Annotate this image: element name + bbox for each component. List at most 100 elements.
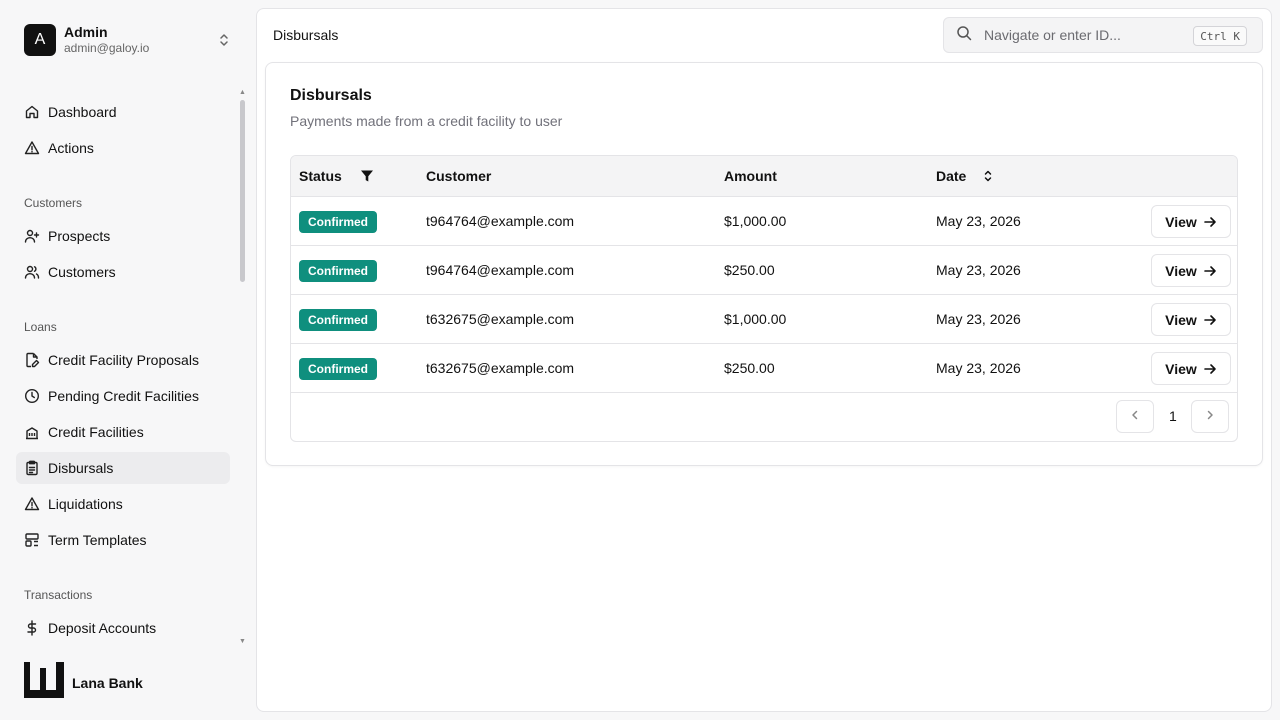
sidebar-item-prospects[interactable]: Prospects	[16, 220, 230, 252]
user-plus-icon	[24, 228, 40, 244]
user-email: admin@galoy.io	[64, 41, 150, 56]
page-title: Disbursals	[290, 87, 372, 104]
search-input[interactable]: Navigate or enter ID... Ctrl K	[943, 17, 1263, 53]
filter-icon[interactable]	[360, 169, 374, 183]
status-badge: Confirmed	[299, 260, 377, 282]
column-customer: Customer	[426, 168, 492, 184]
brand-name: Lana Bank	[72, 674, 143, 691]
clipboard-icon	[24, 460, 40, 476]
clock-icon	[24, 388, 40, 404]
search-icon	[956, 25, 972, 46]
customer-email: t632675@example.com	[426, 360, 575, 376]
sidebar-item-term-templates[interactable]: Term Templates	[16, 524, 230, 556]
date: May 23, 2026	[936, 262, 1021, 278]
sidebar-item-credit-facilities[interactable]: Credit Facilities	[16, 416, 230, 448]
view-button-label: View	[1165, 213, 1197, 230]
table-row: Confirmed t964764@example.com $250.00 Ma…	[291, 246, 1237, 295]
sidebar-item-credit-facility-proposals[interactable]: Credit Facility Proposals	[16, 344, 230, 376]
table-row: Confirmed t632675@example.com $1,000.00 …	[291, 295, 1237, 344]
sidebar-item-label: Customers	[48, 264, 116, 280]
nav-group-transactions: Transactions	[24, 588, 93, 602]
breadcrumb: Disbursals	[273, 27, 339, 43]
user-switcher[interactable]: A Admin admin@galoy.io	[24, 24, 234, 56]
view-button[interactable]: View	[1151, 205, 1231, 238]
page-subtitle: Payments made from a credit facility to …	[290, 113, 563, 129]
arrow-right-icon	[1203, 313, 1217, 327]
table-header: Status Customer Amount Date	[291, 156, 1237, 197]
sidebar-item-label: Dashboard	[48, 104, 117, 120]
lana-logo-icon	[24, 662, 64, 703]
status-badge: Confirmed	[299, 358, 377, 380]
date: May 23, 2026	[936, 311, 1021, 327]
building-icon	[24, 424, 40, 440]
table-row: Confirmed t632675@example.com $250.00 Ma…	[291, 344, 1237, 393]
keyboard-shortcut: Ctrl K	[1193, 26, 1247, 46]
sidebar-item-deposit-accounts[interactable]: Deposit Accounts	[16, 612, 230, 644]
sidebar-nav: Dashboard Actions Customers Prospects Cu…	[16, 92, 230, 648]
amount: $250.00	[724, 360, 775, 376]
chevron-right-icon	[1204, 408, 1216, 426]
date: May 23, 2026	[936, 360, 1021, 376]
disbursals-table: Status Customer Amount Date Confirmed t9…	[290, 155, 1238, 442]
sidebar-item-label: Prospects	[48, 228, 111, 244]
sidebar-scrollbar[interactable]	[240, 100, 245, 282]
view-button-label: View	[1165, 262, 1197, 279]
alert-triangle-icon	[24, 140, 40, 156]
avatar: A	[24, 24, 56, 56]
chevrons-up-down-icon[interactable]	[216, 32, 232, 48]
column-status-label: Status	[299, 168, 342, 184]
view-button-label: View	[1165, 311, 1197, 328]
next-page-button[interactable]	[1191, 400, 1229, 433]
search-placeholder: Navigate or enter ID...	[984, 27, 1121, 43]
sort-icon[interactable]	[982, 169, 994, 183]
sidebar-item-label: Credit Facilities	[48, 424, 144, 440]
arrow-right-icon	[1203, 215, 1217, 229]
sidebar-item-label: Credit Facility Proposals	[48, 352, 199, 368]
user-name: Admin	[64, 23, 108, 40]
sidebar-item-actions[interactable]: Actions	[16, 132, 230, 164]
previous-page-button[interactable]	[1116, 400, 1154, 433]
sidebar: A Admin admin@galoy.io Dashboard Actions…	[0, 0, 256, 720]
table-row: Confirmed t964764@example.com $1,000.00 …	[291, 197, 1237, 246]
dollar-icon	[24, 620, 40, 636]
sidebar-item-label: Deposit Accounts	[48, 620, 157, 636]
column-date[interactable]: Date	[936, 168, 994, 184]
customer-email: t964764@example.com	[426, 262, 575, 278]
arrow-right-icon	[1203, 264, 1217, 278]
sidebar-item-label: Liquidations	[48, 496, 123, 512]
sidebar-item-liquidations[interactable]: Liquidations	[16, 488, 230, 520]
layout-template-icon	[24, 532, 40, 548]
amount: $1,000.00	[724, 213, 787, 229]
disbursals-card: Disbursals Payments made from a credit f…	[265, 62, 1263, 466]
sidebar-item-pending-credit-facilities[interactable]: Pending Credit Facilities	[16, 380, 230, 412]
main-panel: Disbursals Navigate or enter ID... Ctrl …	[256, 8, 1272, 712]
status-badge: Confirmed	[299, 309, 377, 331]
sidebar-item-label: Pending Credit Facilities	[48, 388, 199, 404]
column-status: Status	[299, 168, 374, 184]
sidebar-item-dashboard[interactable]: Dashboard	[16, 96, 230, 128]
column-date-label: Date	[936, 168, 967, 184]
nav-group-customers: Customers	[24, 196, 83, 210]
chevron-left-icon	[1129, 408, 1141, 426]
view-button-label: View	[1165, 360, 1197, 377]
scroll-up-icon[interactable]: ▲	[239, 89, 246, 96]
view-button[interactable]: View	[1151, 352, 1231, 385]
sidebar-item-customers[interactable]: Customers	[16, 256, 230, 288]
customer-email: t964764@example.com	[426, 213, 575, 229]
page-number[interactable]: 1	[1169, 408, 1177, 424]
sidebar-item-label: Actions	[48, 140, 94, 156]
date: May 23, 2026	[936, 213, 1021, 229]
amount: $1,000.00	[724, 311, 787, 327]
file-edit-icon	[24, 352, 40, 368]
view-button[interactable]: View	[1151, 254, 1231, 287]
sidebar-item-label: Disbursals	[48, 460, 114, 476]
column-amount: Amount	[724, 168, 777, 184]
scroll-down-icon[interactable]: ▼	[239, 638, 246, 645]
arrow-right-icon	[1203, 362, 1217, 376]
users-icon	[24, 264, 40, 280]
home-icon	[24, 104, 40, 120]
amount: $250.00	[724, 262, 775, 278]
status-badge: Confirmed	[299, 211, 377, 233]
sidebar-item-disbursals[interactable]: Disbursals	[16, 452, 230, 484]
view-button[interactable]: View	[1151, 303, 1231, 336]
